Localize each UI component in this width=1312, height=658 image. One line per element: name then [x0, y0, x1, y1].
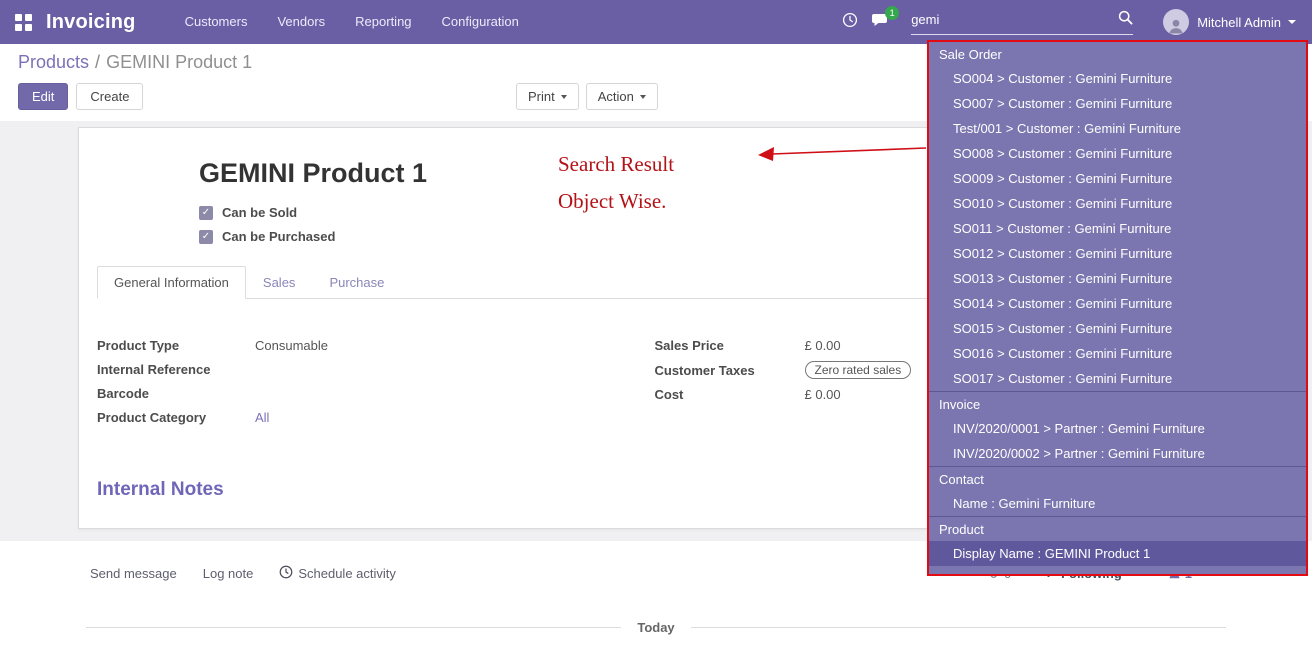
nav-menu-customers[interactable]: Customers [170, 0, 263, 44]
search-result-item[interactable]: Display Name : GEMINI Product 1 [929, 541, 1306, 566]
checkbox[interactable]: ✓ [199, 230, 213, 244]
messages-button[interactable]: 1 [865, 0, 895, 44]
edit-button[interactable]: Edit [18, 83, 68, 110]
caret-down-icon [1288, 20, 1296, 24]
nav-menu-configuration[interactable]: Configuration [427, 0, 534, 44]
search-group-header: Product [929, 516, 1306, 541]
schedule-activity-link[interactable]: Schedule activity [279, 565, 396, 582]
user-menu[interactable]: Mitchell Admin [1163, 9, 1296, 35]
caret-down-icon [561, 95, 567, 99]
search-dropdown: Sale OrderSO004 > Customer : Gemini Furn… [927, 40, 1308, 576]
field-label: Product Category [97, 410, 255, 425]
field-label: Sales Price [655, 338, 805, 353]
field-row: Product TypeConsumable [97, 337, 655, 354]
search-result-item[interactable]: SO004 > Customer : Gemini Furniture [929, 66, 1306, 91]
breadcrumb-products-link[interactable]: Products [18, 52, 89, 72]
search-result-item[interactable]: INV/2020/0002 > Partner : Gemini Furnitu… [929, 441, 1306, 466]
tax-tag[interactable]: Zero rated sales [805, 361, 912, 379]
caret-down-icon [640, 95, 646, 99]
search-result-item[interactable]: SO010 > Customer : Gemini Furniture [929, 191, 1306, 216]
search-icon[interactable] [1118, 10, 1133, 30]
date-divider-label: Today [621, 620, 690, 635]
top-navbar: Invoicing CustomersVendorsReportingConfi… [0, 0, 1312, 44]
annotation-line-1: Search Result [558, 146, 674, 183]
apps-menu-button[interactable] [0, 0, 46, 44]
checkbox[interactable]: ✓ [199, 206, 213, 220]
search-group-header: Sale Order [929, 42, 1306, 66]
search-result-item[interactable]: SO013 > Customer : Gemini Furniture [929, 266, 1306, 291]
search-result-item[interactable]: SO015 > Customer : Gemini Furniture [929, 316, 1306, 341]
apps-grid-icon [15, 14, 32, 31]
search-group-header: Contact [929, 466, 1306, 491]
search-result-item[interactable]: SO012 > Customer : Gemini Furniture [929, 241, 1306, 266]
field-value: Consumable [255, 338, 328, 353]
field-label: Internal Reference [97, 362, 255, 377]
action-dropdown-button[interactable]: Action [586, 83, 658, 110]
global-search-input[interactable] [911, 12, 1118, 27]
user-avatar [1163, 9, 1189, 35]
checkbox-label: Can be Purchased [222, 229, 335, 244]
tab-purchase[interactable]: Purchase [312, 266, 401, 299]
tab-sales[interactable]: Sales [246, 266, 313, 299]
checkbox-label: Can be Sold [222, 205, 297, 220]
field-value[interactable]: All [255, 410, 269, 425]
search-result-item[interactable]: SO008 > Customer : Gemini Furniture [929, 141, 1306, 166]
field-row: Internal Reference [97, 361, 655, 378]
create-button[interactable]: Create [76, 83, 143, 110]
user-name: Mitchell Admin [1197, 15, 1281, 30]
breadcrumb-separator: / [95, 52, 100, 72]
field-value: Zero rated sales [805, 361, 912, 379]
navbar-menu: CustomersVendorsReportingConfiguration [170, 0, 534, 44]
annotation-line-2: Object Wise. [558, 183, 674, 220]
field-label: Barcode [97, 386, 255, 401]
app-name: Invoicing [46, 11, 136, 34]
field-value: £ 0.00 [805, 338, 841, 353]
print-dropdown-button[interactable]: Print [516, 83, 579, 110]
field-value: £ 0.00 [805, 387, 841, 402]
center-actions: Print Action [516, 83, 665, 110]
search-result-item[interactable]: Test/001 > Customer : Gemini Furniture [929, 116, 1306, 141]
clock-icon [842, 12, 858, 33]
send-message-link[interactable]: Send message [90, 566, 177, 581]
activities-button[interactable] [835, 0, 865, 44]
log-note-link[interactable]: Log note [203, 566, 254, 581]
field-label: Cost [655, 387, 805, 402]
field-row: Barcode [97, 385, 655, 402]
annotation-arrow [756, 140, 928, 164]
nav-menu-reporting[interactable]: Reporting [340, 0, 426, 44]
search-result-item[interactable]: SO016 > Customer : Gemini Furniture [929, 341, 1306, 366]
search-result-item[interactable]: Name : Gemini Furniture [929, 491, 1306, 516]
fields-left: Product TypeConsumableInternal Reference… [97, 337, 655, 433]
clock-icon [279, 565, 293, 582]
global-search-box [911, 10, 1133, 35]
field-label: Customer Taxes [655, 363, 805, 378]
field-row: Product CategoryAll [97, 409, 655, 426]
date-divider: Today [86, 620, 1226, 635]
nav-menu-vendors[interactable]: Vendors [262, 0, 340, 44]
search-group-header: Invoice [929, 391, 1306, 416]
search-result-item[interactable]: SO014 > Customer : Gemini Furniture [929, 291, 1306, 316]
search-result-item[interactable]: SO017 > Customer : Gemini Furniture [929, 366, 1306, 391]
field-label: Product Type [97, 338, 255, 353]
tab-general-information[interactable]: General Information [97, 266, 246, 299]
message-count-badge: 1 [885, 6, 899, 20]
search-result-item[interactable]: SO009 > Customer : Gemini Furniture [929, 166, 1306, 191]
breadcrumb-current: GEMINI Product 1 [106, 52, 252, 72]
annotation-text: Search Result Object Wise. [558, 146, 674, 220]
search-result-item[interactable]: SO011 > Customer : Gemini Furniture [929, 216, 1306, 241]
search-result-item[interactable]: SO007 > Customer : Gemini Furniture [929, 91, 1306, 116]
search-result-item[interactable]: INV/2020/0001 > Partner : Gemini Furnitu… [929, 416, 1306, 441]
